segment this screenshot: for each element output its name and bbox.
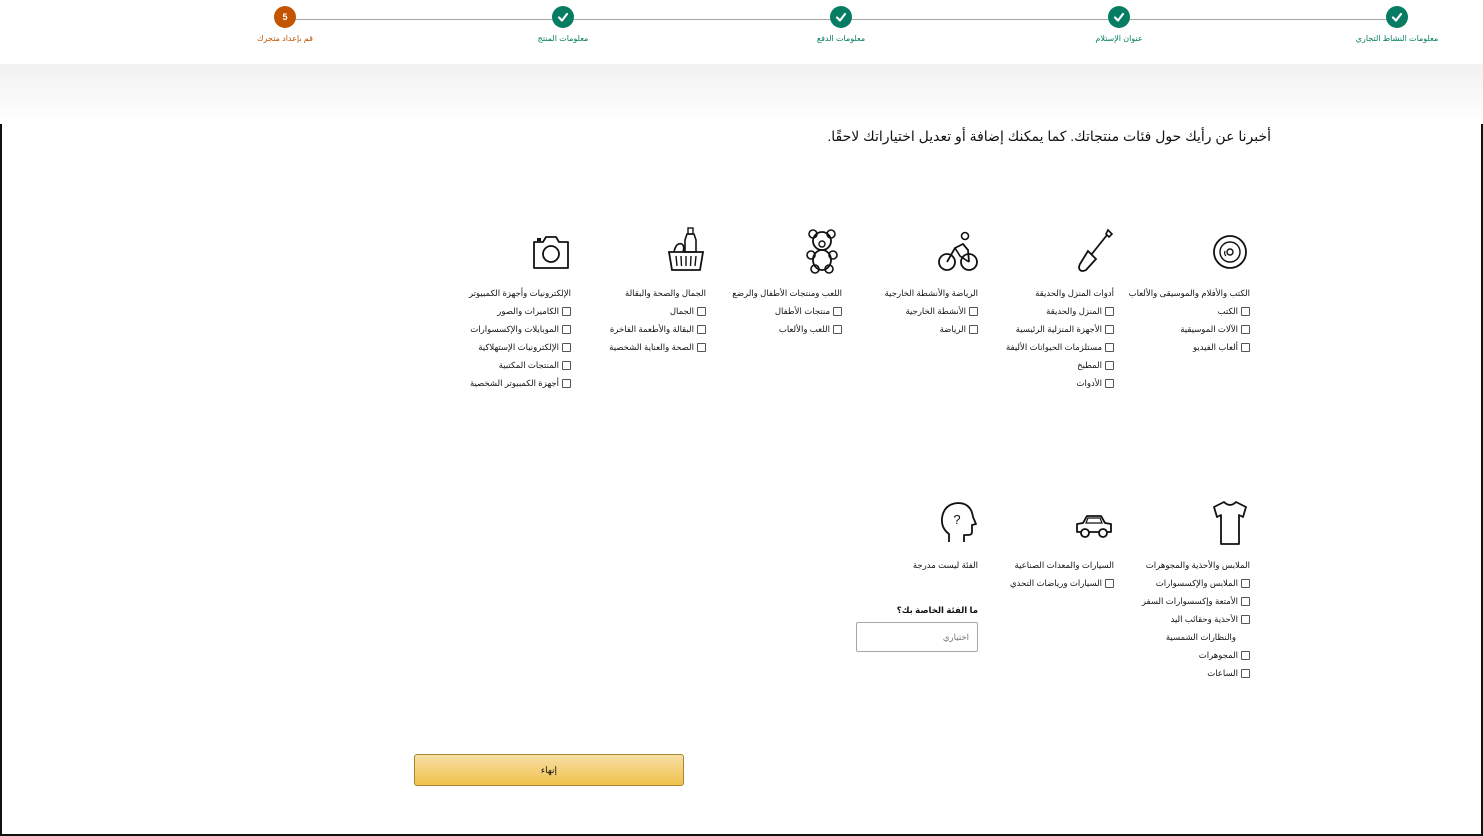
step-label: معلومات الدفع — [816, 34, 866, 43]
check-icon — [1108, 6, 1130, 28]
option-checkbox[interactable]: السيارات ورياضات التحدي — [964, 574, 1114, 592]
tshirt-icon — [1213, 501, 1247, 545]
check-icon — [830, 6, 852, 28]
option-continuation: والنظارات الشمسية — [1165, 632, 1236, 642]
step-payment-info[interactable]: معلومات الدفع — [761, 6, 921, 43]
option-checkbox[interactable]: منتجات الأطفال — [692, 302, 842, 320]
category-toys-baby: اللعب ومنتجات الأطفال والرضع منتجات الأط… — [692, 226, 842, 338]
option-checkbox[interactable]: الأجهزة المنزلية الرئيسية — [964, 320, 1114, 338]
svg-text:?: ? — [953, 512, 960, 527]
page-frame — [0, 0, 1483, 836]
custom-category-input[interactable] — [856, 622, 978, 652]
option-checkbox[interactable]: الأدوات — [964, 374, 1114, 392]
finish-button[interactable]: إنهاء — [414, 754, 684, 786]
progress-stepper: معلومات النشاط التجاري عنوان الإستلام مع… — [0, 0, 1483, 66]
step-setup-store[interactable]: 5 قم بإعداد متجرك — [205, 6, 365, 43]
category-title: الجمال والصحة والبقالة — [625, 288, 706, 298]
category-title: الملابس والأحذية والمجوهرات — [1145, 560, 1250, 570]
option-checkbox[interactable]: المطبخ — [964, 356, 1114, 374]
step-product-info[interactable]: معلومات المنتج — [483, 6, 643, 43]
option-checkbox[interactable]: الآلات الموسيقية — [1100, 320, 1250, 338]
option-checkbox[interactable]: الأنشطة الخارجية — [828, 302, 978, 320]
option-checkbox[interactable]: البقالة والأطعمة الفاخرة — [556, 320, 706, 338]
custom-category-label: ما الفئة الخاصة بك؟ — [896, 605, 978, 615]
check-icon — [1386, 6, 1408, 28]
category-sports-outdoors: الرياضة والأنشطة الخارجية الأنشطة الخارج… — [828, 226, 978, 338]
option-checkbox[interactable]: الملابس والإكسسوارات — [1100, 574, 1250, 592]
option-checkbox[interactable]: الكتب — [1100, 302, 1250, 320]
option-checkbox[interactable]: الصحة والعناية الشخصية — [556, 338, 706, 356]
step-number: 5 — [274, 6, 296, 28]
option-checkbox[interactable]: أجهزة الكمبيوتر الشخصية — [421, 374, 571, 392]
category-title: السيارات والمعدات الصناعية — [1014, 560, 1114, 570]
option-checkbox[interactable]: المنزل والحديقة — [964, 302, 1114, 320]
bicycle-icon — [938, 231, 978, 271]
option-checkbox[interactable]: الساعات — [1100, 664, 1250, 682]
option-checkbox[interactable]: المجوهرات — [1100, 646, 1250, 664]
question-head-icon: ? — [940, 502, 977, 542]
category-not-listed: ? الفئة ليست مدرجة ما الفئة الخاصة بك؟ — [828, 498, 978, 652]
teddy-bear-icon — [806, 229, 838, 274]
check-icon — [552, 6, 574, 28]
category-home-garden: أدوات المنزل والحديقة المنزل والحديقة ال… — [964, 226, 1114, 392]
category-title: الإلكترونيات وأجهزة الكمبيوتر — [468, 288, 571, 298]
option-checkbox[interactable]: المنتجات المكتبية — [421, 356, 571, 374]
category-title: أدوات المنزل والحديقة — [1035, 288, 1114, 298]
option-checkbox[interactable]: الرياضة — [828, 320, 978, 338]
category-electronics: الإلكترونيات وأجهزة الكمبيوتر الكاميرات … — [421, 226, 571, 392]
option-checkbox[interactable]: الأمتعة وإكسسوارات السفر — [1100, 592, 1250, 610]
category-automotive: السيارات والمعدات الصناعية السيارات وريا… — [964, 498, 1114, 592]
disc-icon — [1213, 235, 1247, 269]
option-checkbox[interactable]: الإلكترونيات الإستهلاكية — [421, 338, 571, 356]
category-books-music: الكتب والأفلام والموسيقى والألعاب الكتب … — [1100, 226, 1250, 356]
step-business-info[interactable]: معلومات النشاط التجاري — [1317, 6, 1477, 43]
step-pickup-address[interactable]: عنوان الإستلام — [1039, 6, 1199, 43]
option-checkbox[interactable]: ألعاب الفيديو — [1100, 338, 1250, 356]
option-checkbox[interactable]: الجمال — [556, 302, 706, 320]
header-shadow — [0, 64, 1483, 124]
category-title: الفئة ليست مدرجة — [912, 560, 978, 570]
grocery-basket-icon — [667, 227, 705, 271]
category-beauty-grocery: الجمال والصحة والبقالة الجمال البقالة وا… — [556, 226, 706, 356]
option-checkbox[interactable]: مستلزمات الحيوانات الأليفة — [964, 338, 1114, 356]
option-checkbox[interactable]: الأحذية وحقائب اليد — [1100, 610, 1250, 628]
step-label: قم بإعداد متجرك — [257, 34, 313, 43]
category-title: الرياضة والأنشطة الخارجية — [884, 288, 978, 298]
option-checkbox[interactable]: الموبايلات والإكسسوارات — [421, 320, 571, 338]
step-label: عنوان الإستلام — [1095, 34, 1143, 43]
category-clothing: الملابس والأحذية والمجوهرات الملابس والإ… — [1100, 498, 1250, 682]
shovel-icon — [1078, 228, 1114, 272]
camera-icon — [533, 236, 569, 269]
option-checkbox[interactable]: اللعب والألعاب — [692, 320, 842, 338]
category-title: الكتب والأفلام والموسيقى والألعاب — [1128, 288, 1250, 298]
step-label: معلومات النشاط التجاري — [1355, 34, 1439, 43]
step-label: معلومات المنتج — [537, 34, 589, 43]
option-checkbox[interactable]: الكاميرات والصور — [421, 302, 571, 320]
car-icon — [1076, 515, 1112, 538]
intro-text: أخبرنا عن رأيك حول فئات منتجاتك. كما يمك… — [827, 128, 1271, 144]
category-title: اللعب ومنتجات الأطفال والرضع — [732, 288, 842, 298]
